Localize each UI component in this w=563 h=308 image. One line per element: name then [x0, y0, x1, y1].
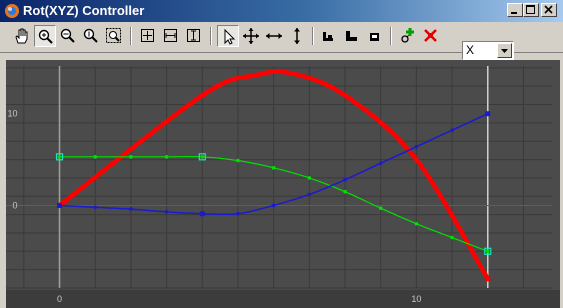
y-tick-label: 0: [13, 200, 18, 210]
curve-graph[interactable]: 0 10 10 0: [6, 60, 560, 308]
move-icon: [243, 28, 259, 44]
curve-sample-dot: [200, 155, 205, 159]
maximize-button[interactable]: [523, 3, 539, 17]
toolbar-separator: [312, 27, 314, 45]
curve-sample-dot: [164, 210, 169, 214]
curve-sample-dot: [271, 203, 276, 208]
zoom-vertical-button[interactable]: [80, 25, 102, 47]
curve-sample-dot: [164, 155, 169, 159]
curve-chart[interactable]: 0 10 10 0: [6, 60, 560, 308]
delete-key-icon: [424, 29, 437, 42]
maximize-icon: [526, 5, 535, 14]
select-arrow-icon: [224, 28, 236, 45]
curve-sample-dot: [378, 161, 383, 166]
add-key-icon: [401, 28, 414, 43]
keyframe-marker: [57, 202, 63, 208]
tangent-both-button[interactable]: [341, 25, 363, 47]
move-button[interactable]: [240, 25, 262, 47]
curve-sample-dot: [129, 155, 133, 159]
minimize-button[interactable]: [507, 3, 523, 17]
grid: [6, 66, 560, 308]
tangent-out-button[interactable]: [364, 25, 386, 47]
move-vertical-button[interactable]: [286, 25, 308, 47]
dropdown-arrow-button[interactable]: [497, 43, 512, 58]
curve-sample-dot: [93, 155, 98, 159]
curve-sample-dot: [414, 144, 419, 149]
title-bar[interactable]: Rot(XYZ) Controller: [0, 0, 563, 22]
zoom-icon: [38, 29, 53, 44]
curve-sample-dot: [57, 155, 62, 159]
axis-dropdown[interactable]: X: [462, 41, 514, 60]
keyframe-marker: [199, 211, 205, 217]
zoom-button[interactable]: [34, 25, 56, 47]
zoom-extents-vertical-icon: [187, 29, 200, 42]
curve-sample-dot: [378, 206, 383, 210]
x-tick-label: 10: [411, 294, 421, 304]
tangent-in-button[interactable]: [318, 25, 340, 47]
chevron-down-icon: [501, 49, 508, 53]
zoom-extents-horizontal-icon: [164, 29, 177, 42]
time-ruler: [6, 290, 560, 308]
tangent-out-icon: [370, 33, 379, 41]
tangent-in-icon: [323, 32, 333, 41]
zoom-region-button[interactable]: [103, 25, 125, 47]
x-tick-label: 0: [57, 294, 62, 304]
keyframe-marker: [199, 92, 205, 98]
curve-sample-dot: [271, 166, 276, 170]
curve-sample-dot: [93, 205, 98, 210]
move-horizontal-icon: [266, 33, 282, 39]
zoom-horizontal-button[interactable]: [57, 25, 79, 47]
zoom-horizontal-icon: [60, 28, 75, 43]
curve-sample-dot: [343, 189, 347, 194]
zoom-extents-icon: [141, 29, 154, 42]
max-app-icon: [5, 4, 19, 18]
toolbar-separator: [390, 27, 392, 45]
y-tick-label: 10: [8, 109, 18, 119]
move-horizontal-button[interactable]: [263, 25, 285, 47]
curve-sample-dot: [236, 158, 240, 163]
curve-sample-dot: [129, 207, 133, 211]
curve-sample-dot: [343, 177, 347, 182]
minimize-icon: [511, 12, 517, 14]
zoom-vertical-icon: [83, 28, 98, 43]
toolbar: X: [0, 22, 563, 60]
window-title: Rot(XYZ) Controller: [23, 3, 145, 18]
pan-button[interactable]: [11, 25, 33, 47]
controller-window: Rot(XYZ) Controller X 0 10 10 0: [0, 0, 563, 308]
axis-dropdown-value: X: [466, 43, 475, 57]
toolbar-separator: [210, 27, 212, 45]
keyframe-marker: [485, 276, 491, 282]
toolbar-separator: [130, 27, 132, 45]
keyframe-marker: [485, 111, 491, 117]
pan-icon: [15, 28, 28, 44]
add-key-button[interactable]: [397, 25, 419, 47]
zoom-extents-vertical-button[interactable]: [183, 25, 205, 47]
close-button[interactable]: [541, 3, 557, 17]
zoom-extents-button[interactable]: [137, 25, 159, 47]
curve-sample-dot: [414, 221, 419, 226]
tangent-both-icon: [346, 31, 357, 41]
move-vertical-icon: [294, 28, 300, 44]
zoom-region-icon: [106, 28, 121, 43]
curve-sample-dot: [450, 235, 454, 240]
select-button[interactable]: [217, 25, 239, 47]
curve-sample-dot: [236, 211, 240, 216]
delete-key-button[interactable]: [420, 25, 442, 47]
curve-sample-dot: [307, 176, 312, 180]
curve-sample-dot: [450, 128, 454, 133]
zoom-extents-horizontal-button[interactable]: [160, 25, 182, 47]
close-icon: [544, 5, 553, 14]
curve-sample-dot: [307, 192, 312, 197]
curve-sample-dot: [485, 249, 490, 254]
